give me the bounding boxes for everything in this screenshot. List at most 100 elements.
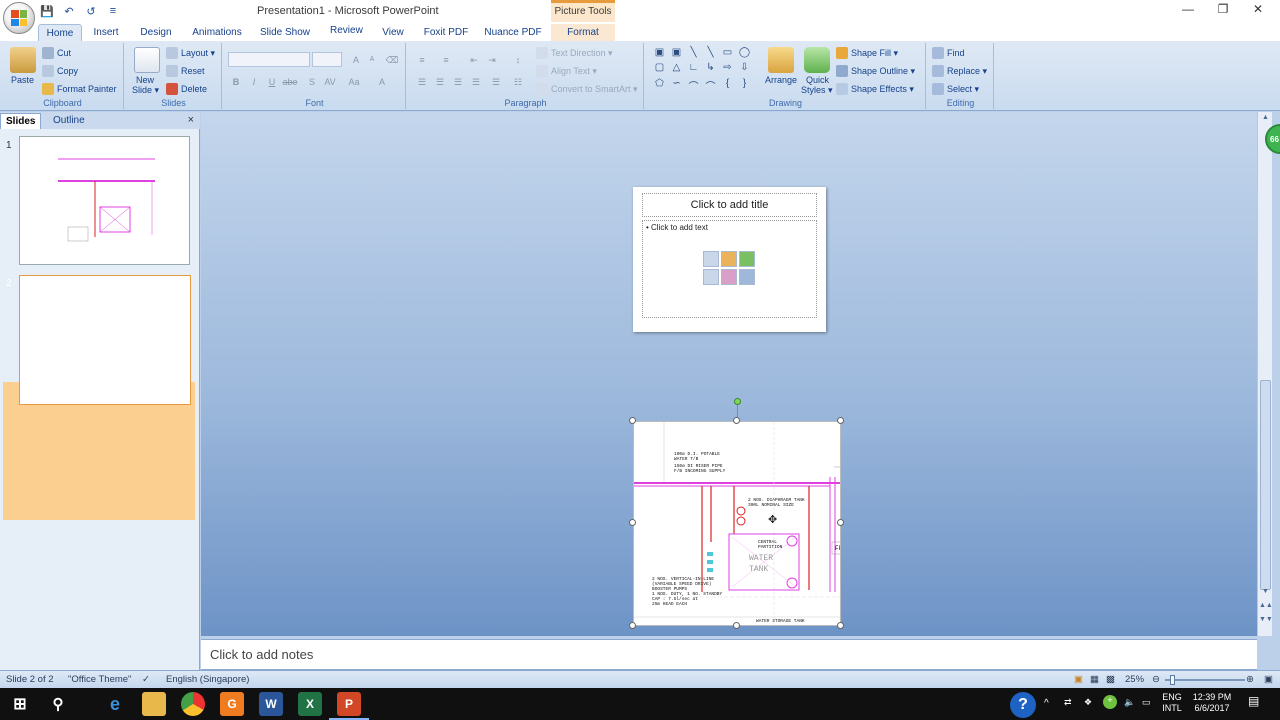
notes-pane[interactable]: Click to add notes [201, 639, 1257, 670]
quick-styles-icon[interactable] [804, 47, 830, 73]
slide-editing-area[interactable]: Click to add title • Click to add text 1… [201, 112, 1257, 636]
arrow-right-icon[interactable]: ⇨ [720, 62, 735, 75]
resize-handle-right[interactable] [837, 519, 844, 526]
align-center-button[interactable]: ☰ [432, 75, 448, 89]
tab-review[interactable]: Review [330, 25, 363, 36]
dropbox-icon[interactable]: ❖ [1084, 697, 1092, 708]
pentagon-icon[interactable]: ⬠ [652, 78, 667, 95]
zoom-out-icon[interactable]: ⊖ [1152, 674, 1160, 685]
distributed-button[interactable]: ☰ [488, 75, 504, 89]
edge-icon[interactable]: e [103, 692, 127, 716]
cut-button[interactable]: Cut [42, 47, 71, 59]
shape-outline-button[interactable]: Shape Outline ▾ [836, 65, 915, 77]
sync-icon[interactable]: + [1103, 695, 1117, 709]
curve-icon[interactable]: ∽ [669, 78, 684, 95]
delete-button[interactable]: Delete [166, 83, 207, 95]
resize-handle-top[interactable] [733, 417, 740, 424]
table-icon[interactable] [703, 251, 719, 267]
arrange-icon[interactable] [768, 47, 794, 73]
replace-button[interactable]: Replace ▾ [932, 65, 987, 77]
arrange-button[interactable]: Arrange [765, 75, 797, 85]
picture-icon[interactable] [703, 269, 719, 285]
slide-thumbnail-1[interactable] [19, 136, 190, 265]
undo-icon[interactable]: ↶ [60, 4, 78, 19]
language[interactable]: English (Singapore) [166, 674, 249, 685]
word-icon[interactable]: W [259, 692, 283, 716]
customize-icon[interactable]: ≡ [104, 4, 122, 19]
tab-insert[interactable]: Insert [86, 24, 126, 41]
tab-format[interactable]: Format [551, 24, 615, 41]
battery-icon[interactable]: ▭ [1142, 697, 1151, 708]
tab-outline[interactable]: Outline [48, 113, 90, 129]
chrome-icon[interactable] [181, 692, 205, 716]
shrink-font-button[interactable]: A [364, 53, 380, 67]
resize-handle-top-left[interactable] [629, 417, 636, 424]
oval-icon[interactable]: ◯ [737, 47, 752, 60]
line-icon[interactable]: ╲ [686, 47, 701, 60]
increase-indent-button[interactable]: ⇥ [484, 53, 500, 67]
copy-button[interactable]: Copy [42, 65, 78, 77]
volume-icon[interactable]: 🔈 [1124, 697, 1135, 708]
notifications-icon[interactable]: ▤ [1248, 695, 1259, 707]
format-painter-button[interactable]: Format Painter [42, 83, 117, 95]
font-name-combo[interactable] [228, 52, 310, 67]
quick-styles-button[interactable]: Quick [806, 75, 829, 85]
scroll-up-icon[interactable]: ▲ [1259, 114, 1272, 126]
show-hidden-icons[interactable]: ^ [1044, 698, 1049, 709]
resize-handle-bottom-right[interactable] [837, 622, 844, 629]
smartart-icon[interactable] [739, 251, 755, 267]
brace-icon[interactable]: { [720, 78, 735, 95]
zoom-in-icon[interactable]: ⊕ [1246, 674, 1254, 685]
resize-handle-bottom[interactable] [733, 622, 740, 629]
slide-show-icon[interactable]: ▩ [1106, 674, 1115, 685]
text-direction-button[interactable]: Text Direction ▾ [536, 47, 613, 59]
character-spacing-button[interactable]: AV [322, 75, 338, 89]
save-icon[interactable]: 💾 [38, 4, 56, 19]
search-icon[interactable]: ⚲ [46, 692, 70, 716]
line-icon[interactable]: ╲ [703, 47, 718, 60]
fit-to-window-icon[interactable]: ▣ [1264, 674, 1273, 685]
grow-font-button[interactable]: A [348, 53, 364, 67]
change-case-button[interactable]: Aa [346, 75, 362, 89]
tab-slide-show[interactable]: Slide Show [255, 24, 315, 41]
close-pane-button[interactable]: × [188, 114, 194, 126]
find-button[interactable]: Find [932, 47, 965, 59]
slide-sorter-icon[interactable]: ▦ [1090, 674, 1099, 685]
tab-design[interactable]: Design [133, 24, 179, 41]
current-slide[interactable]: Click to add title • Click to add text [633, 187, 826, 332]
tab-slides[interactable]: Slides [0, 113, 42, 129]
scroll-down-icon[interactable]: ▼ [1259, 588, 1272, 600]
cad-picture[interactable]: 100ø D.I. POTABLE WATER T/B 150ø DI RISE… [633, 421, 841, 626]
rectangle-icon[interactable]: ▭ [720, 47, 735, 60]
arrow-down-icon[interactable]: ⇩ [737, 62, 752, 75]
powerpoint-icon[interactable]: P [329, 692, 369, 720]
italic-button[interactable]: I [246, 75, 262, 89]
vertical-scrollbar[interactable]: ▲ ▼ ▲▲ ▼▼ [1257, 112, 1273, 636]
shape-effects-button[interactable]: Shape Effects ▾ [836, 83, 914, 95]
paste-icon[interactable] [10, 47, 36, 73]
windows-start-icon[interactable]: ⊞ [8, 692, 32, 716]
slide-thumbnail-2[interactable] [19, 275, 191, 405]
tab-home[interactable]: Home [38, 24, 82, 41]
brace-icon[interactable]: } [737, 78, 752, 95]
bullets-button[interactable]: ≡ [414, 53, 430, 67]
resize-handle-bottom-left[interactable] [629, 622, 636, 629]
connector-icon[interactable]: ∟ [686, 62, 701, 75]
paste-button[interactable]: Paste [11, 75, 34, 85]
clock[interactable]: 12:39 PM 6/6/2017 [1188, 692, 1236, 714]
line-spacing-button[interactable]: ↕ [510, 53, 526, 67]
curve-icon[interactable]: ⌒ [703, 78, 718, 95]
close-button[interactable]: ✕ [1240, 2, 1276, 20]
file-explorer-icon[interactable] [142, 692, 166, 716]
minimize-button[interactable]: — [1170, 2, 1206, 20]
help-icon[interactable]: ? [1010, 692, 1036, 718]
zoom-slider-knob[interactable] [1170, 675, 1175, 685]
tab-nuance-pdf[interactable]: Nuance PDF [482, 24, 544, 41]
convert-smartart-button[interactable]: Convert to SmartArt ▾ [536, 83, 638, 95]
curve-icon[interactable]: ⌒ [686, 78, 701, 95]
font-color-button[interactable]: A [374, 75, 390, 89]
text-box-icon[interactable]: ▣ [669, 47, 684, 60]
align-text-button[interactable]: Align Text ▾ [536, 65, 597, 77]
new-slide-icon[interactable] [134, 47, 160, 73]
justify-button[interactable]: ☰ [468, 75, 484, 89]
